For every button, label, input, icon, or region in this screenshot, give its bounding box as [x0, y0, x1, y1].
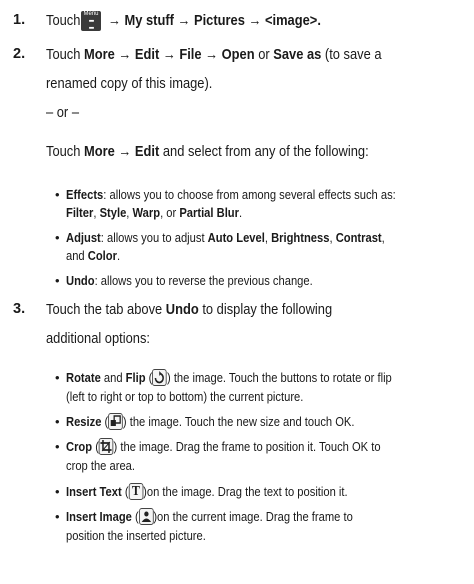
bullet-dot: •	[55, 414, 60, 429]
bullet-dot: •	[55, 187, 60, 202]
step-number: 1.	[13, 12, 26, 28]
list-item: Effects: allows you to choose from among…	[66, 187, 396, 202]
resize-icon	[108, 413, 123, 431]
list-item: Resize () the image. Touch the new size …	[66, 413, 355, 431]
list-item: (left to right or top to bottom) the cur…	[66, 389, 304, 404]
bullet-dot: •	[55, 273, 60, 288]
step-text: additional options:	[46, 330, 151, 347]
step-number: 2.	[13, 46, 26, 62]
list-item: position the inserted picture.	[66, 528, 206, 543]
or-separator: – or –	[46, 104, 79, 121]
list-item: Crop () the image. Drag the frame to pos…	[66, 438, 381, 456]
bullet-dot: •	[55, 370, 60, 385]
bullet-dot: •	[55, 439, 60, 454]
text-icon: T	[128, 483, 144, 501]
bullet-dot: •	[55, 230, 60, 245]
bullet-dot: •	[55, 484, 60, 499]
step-text: Touch the tab above Undo to display the …	[46, 301, 333, 318]
menu-icon: Menu ▪▪▪ ▪▪▪	[81, 11, 101, 32]
bullet-dot: •	[55, 509, 60, 524]
list-item: Rotate and Flip () the image. Touch the …	[66, 369, 392, 387]
step-text: Touch More → Edit and select from any of…	[46, 143, 369, 160]
list-item: Adjust: allows you to adjust Auto Level,…	[66, 230, 385, 245]
rotate-icon	[152, 369, 167, 387]
list-item: crop the area.	[66, 458, 135, 473]
list-item: Undo: allows you to reverse the previous…	[66, 273, 313, 288]
crop-icon	[98, 438, 114, 456]
step-text: Touch More → Edit → File → Open or Save …	[46, 46, 382, 63]
list-item: and Color.	[66, 248, 121, 263]
list-item: Insert Text (T)on the image. Drag the te…	[66, 483, 348, 501]
list-item: Filter, Style, Warp, or Partial Blur.	[66, 205, 243, 220]
step-text: renamed copy of this image).	[46, 75, 213, 92]
list-item: Insert Image ()on the current image. Dra…	[66, 508, 353, 526]
step-number: 3.	[13, 301, 26, 317]
step-text-path: → My stuff → Pictures → <image>.	[108, 12, 321, 29]
image-icon	[138, 508, 154, 526]
